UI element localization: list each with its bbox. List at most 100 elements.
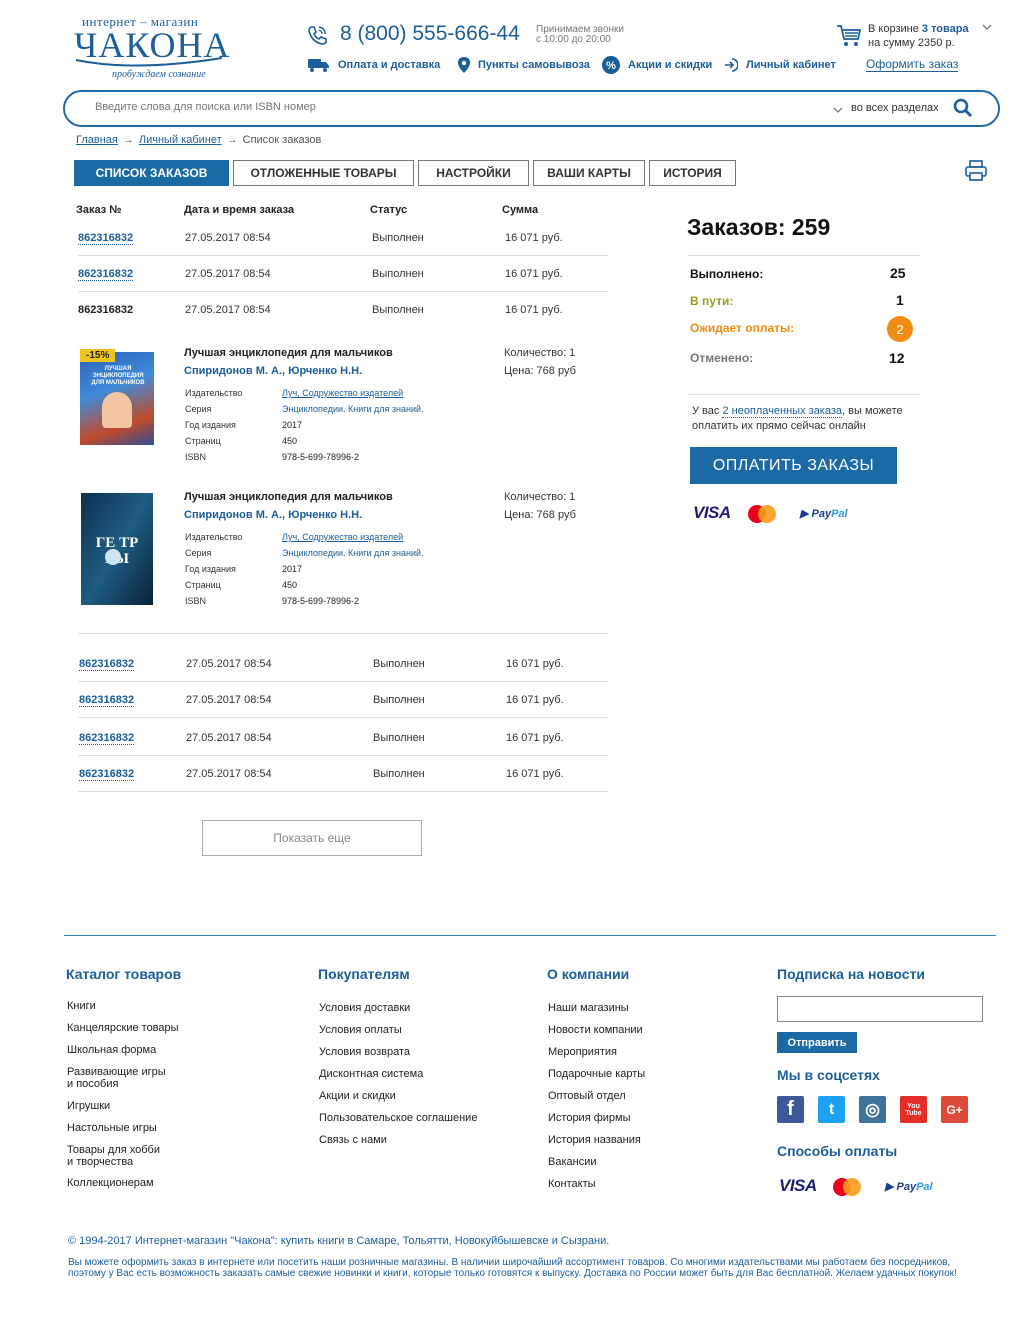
cart-summary[interactable]: В корзине 3 товара на сумму 2350 р. [868,22,969,50]
footer-link[interactable]: Контакты [548,1178,596,1190]
footer-link[interactable]: Вакансии [548,1156,597,1168]
search-bar: во всех разделах [63,90,1000,127]
instagram-icon[interactable]: ◎ [859,1096,886,1123]
percent-icon: % [602,56,620,74]
footer-link[interactable]: Оптовый отдел [548,1090,626,1102]
checkout-link[interactable]: Оформить заказ [866,58,959,72]
search-scope-select[interactable]: во всех разделах [851,102,939,114]
divider [688,255,920,256]
footer-link[interactable]: Условия возврата [319,1046,410,1058]
footer-link[interactable]: Подарочные карты [548,1068,645,1080]
product-price: Цена: 768 руб [504,365,576,377]
cart-count: 3 товара [921,23,969,35]
facebook-icon[interactable]: f [777,1096,804,1123]
search-icon[interactable] [953,98,973,118]
subscribe-email-input[interactable] [777,996,983,1022]
prop-publisher-link[interactable]: Луч, Содружество издателей [282,388,403,398]
show-more-button[interactable]: Показать еще [202,820,422,856]
print-icon[interactable] [965,160,987,182]
nav-pickup[interactable]: Пункты самовывоза [458,56,590,74]
nav-delivery[interactable]: Оплата и доставка [308,56,440,74]
footer-link[interactable]: Связь с нами [319,1134,387,1146]
prop-publisher-link[interactable]: Луч, Содружество издателей [282,532,403,542]
table-row[interactable]: 862316832 27.05.2017 08:54 Выполнен 16 0… [78,256,608,292]
order-sum: 16 071 руб. [506,694,564,706]
order-number-link[interactable]: 862316832 [79,768,135,781]
nav-promo[interactable]: % Акции и скидки [602,56,712,74]
visa-logo: VISA [779,1176,817,1195]
col-header-date: Дата и время заказа [184,204,295,216]
summary-value-done: 25 [890,265,906,281]
prop-value: 450 [282,580,298,590]
footer-link[interactable]: Книги [67,1000,96,1012]
chevron-down-icon[interactable] [982,22,992,32]
order-number-link[interactable]: 862316832 [79,694,135,707]
visa-logo: VISA [693,503,731,522]
footer-link[interactable]: Мероприятия [548,1046,617,1058]
tab-deferred[interactable]: Отложенные товары [233,160,414,186]
google-plus-icon[interactable]: G+ [941,1096,968,1123]
phone-number[interactable]: 8 (800) 555-666-44 [340,22,520,46]
youtube-icon[interactable]: You Tube [900,1096,927,1123]
product-authors[interactable]: Спиридонов М. А., Юрченко Н.Н. [184,509,362,521]
order-number-link[interactable]: 862316832 [79,658,135,671]
order-number[interactable]: 862316832 [78,304,133,316]
book-cover-image[interactable]: ЛУЧШАЯ ЭНЦИКЛОПЕДИЯ ДЛЯ МАЛЬЧИКОВ [80,352,154,445]
twitter-icon[interactable]: t [818,1096,845,1123]
table-row[interactable]: 862316832 27.05.2017 08:54 Выполнен 16 0… [78,646,608,682]
divider [78,633,608,634]
footer-link[interactable]: Товары для хобби и творчества [67,1144,160,1168]
footer-link[interactable]: Условия доставки [319,1002,410,1014]
order-status: Выполнен [373,694,425,706]
footer-link[interactable]: Игрушки [67,1100,110,1112]
book-cover-image[interactable]: ГЕ ТР РЫ [81,493,153,605]
unpaid-orders-link[interactable]: 2 неоплаченных заказа [722,405,843,418]
order-date: 27.05.2017 08:54 [186,768,272,780]
cart-icon[interactable] [836,24,862,48]
product-title[interactable]: Лучшая энциклопедия для мальчиков [184,347,393,359]
footer-link[interactable]: Дисконтная система [319,1068,423,1080]
subscribe-button[interactable]: Отправить [777,1032,857,1053]
table-row[interactable]: 862316832 27.05.2017 08:54 Выполнен 16 0… [78,682,608,718]
search-input[interactable] [95,101,695,113]
prop-label: Год издания [185,564,236,574]
footer-link[interactable]: Новости компании [548,1024,643,1036]
table-row[interactable]: 862316832 27.05.2017 08:54 Выполнен 16 0… [78,220,608,256]
footer-link[interactable]: Акции и скидки [319,1090,396,1102]
footer-link[interactable]: Пользовательское соглашение [319,1112,477,1124]
table-row[interactable]: 862316832 27.05.2017 08:54 Выполнен 16 0… [78,720,608,756]
product-authors[interactable]: Спиридонов М. А., Юрченко Н.Н. [184,365,362,377]
footer-link[interactable]: Условия оплаты [319,1024,402,1036]
table-row-expanded[interactable]: 862316832 27.05.2017 08:54 Выполнен 16 0… [78,292,608,328]
order-number-link[interactable]: 862316832 [78,268,134,281]
tab-history[interactable]: История [649,160,736,186]
order-number-link[interactable]: 862316832 [78,232,134,245]
paypal-logo: ▶ PayPal [800,508,848,520]
product-title[interactable]: Лучшая энциклопедия для мальчиков [184,491,393,503]
awaiting-count-badge[interactable]: 2 [887,316,913,342]
footer-link[interactable]: Развивающие игры и пособия [67,1066,166,1090]
pay-orders-button[interactable]: Оплатить заказы [690,447,897,484]
tab-cards[interactable]: Ваши карты [533,160,645,186]
summary-label-cancelled: Отменено: [690,351,754,365]
footer-link[interactable]: Настольные игры [67,1122,157,1134]
prop-series-link[interactable]: Энциклопедии. Книги для знаний. [282,404,424,414]
tab-orders[interactable]: Список заказов [74,160,229,186]
logo-subtitle: пробуждаем сознание [112,69,206,80]
footer-link[interactable]: Канцелярские товары [67,1022,179,1034]
footer-link[interactable]: Школьная форма [67,1044,156,1056]
footer-link[interactable]: История фирмы [548,1112,631,1124]
chevron-down-icon[interactable] [833,105,843,115]
footer-link[interactable]: Коллекционерам [67,1177,154,1189]
table-row[interactable]: 862316832 27.05.2017 08:54 Выполнен 16 0… [78,756,608,792]
breadcrumb-home[interactable]: Главная [76,134,118,146]
copyright-text: © 1994-2017 Интернет-магазин "Чакона": к… [68,1235,610,1247]
nav-account[interactable]: Личный кабинет [724,56,836,74]
footer-link[interactable]: История названия [548,1134,641,1146]
footer-link[interactable]: Наши магазины [548,1002,629,1014]
order-number-link[interactable]: 862316832 [79,732,135,745]
tab-settings[interactable]: Настройки [418,160,529,186]
breadcrumb-account[interactable]: Личный кабинет [139,134,222,146]
col-header-sum: Сумма [502,204,539,216]
prop-series-link[interactable]: Энциклопедии. Книги для знаний. [282,548,424,558]
